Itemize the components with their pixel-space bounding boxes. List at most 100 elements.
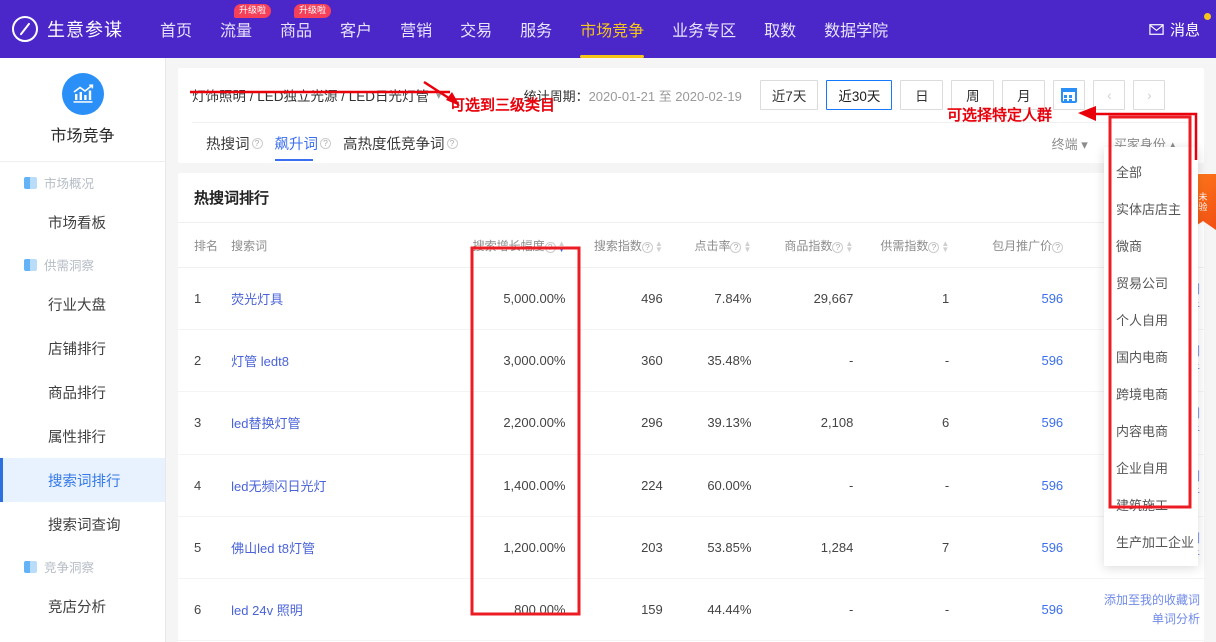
help-icon[interactable]: ?: [544, 241, 556, 253]
help-icon[interactable]: ?: [251, 137, 263, 149]
group-icon: [24, 176, 37, 189]
keyword-link[interactable]: led替换灯管: [231, 391, 453, 455]
nav-label: 首页: [160, 23, 193, 40]
supply-index-cell: -: [869, 329, 972, 393]
sidebar-item-competitor-analysis[interactable]: 竞店分析: [0, 584, 165, 628]
prev-period-button[interactable]: ‹: [1093, 80, 1126, 110]
granularity-button-month[interactable]: 月: [1002, 80, 1046, 110]
help-icon[interactable]: ?: [928, 241, 940, 253]
buyer-identity-option-6[interactable]: 跨境电商: [1104, 375, 1198, 412]
next-period-button[interactable]: ›: [1133, 80, 1166, 110]
sidebar-item-industry-overview[interactable]: 行业大盘: [0, 282, 165, 326]
calendar-button[interactable]: [1053, 80, 1086, 110]
buyer-identity-option-3[interactable]: 贸易公司: [1104, 264, 1198, 301]
category-breadcrumb-selector[interactable]: 灯饰照明 / LED独立光源 / LED日光灯管 ▾: [192, 85, 442, 105]
buyer-identity-option-10[interactable]: 生产加工企业: [1104, 523, 1198, 560]
buyer-identity-option-8[interactable]: 企业自用: [1104, 449, 1198, 486]
messages-button[interactable]: 消息: [1149, 12, 1211, 40]
buyer-identity-option-4[interactable]: 个人自用: [1104, 301, 1198, 338]
range-button-30d[interactable]: 近30天: [826, 80, 893, 110]
growth-cell: 3,000.00%: [452, 329, 584, 393]
add-to-favorites-link[interactable]: 添加至我的收藏词: [1073, 591, 1200, 610]
chevron-down-icon: ▾: [436, 89, 442, 102]
monthly-price-link[interactable]: 596: [971, 516, 1074, 579]
goods-index-cell-text: -: [848, 602, 854, 618]
nav-item-service[interactable]: 服务: [506, 0, 566, 58]
nav-items: 首页 流量 升级啦 商品 升级啦 客户 营销 交易 服务 市场竞争 业务专区 取…: [146, 0, 1216, 58]
keyword-link[interactable]: led 24v 照明: [231, 578, 453, 642]
sidebar-item-product-ranking[interactable]: 商品排行: [0, 370, 165, 414]
nav-item-data-academy[interactable]: 数据学院: [810, 0, 902, 58]
ranking-table-card: 热搜词排行 排名 搜索词 搜索增长幅度? ▲ ▼ 搜索指数? ▲ ▼ 点击率? ▲ ▼ 商品…: [178, 173, 1204, 642]
help-icon[interactable]: ?: [641, 241, 653, 253]
help-icon[interactable]: ?: [320, 137, 331, 149]
sidebar-item-attribute-ranking[interactable]: 属性排行: [0, 414, 165, 458]
keyword-link[interactable]: 荧光灯具: [231, 267, 453, 331]
buyer-identity-option-1[interactable]: 实体店店主: [1104, 190, 1198, 227]
col-growth[interactable]: 搜索增长幅度? ▲ ▼: [452, 223, 584, 268]
sort-icon[interactable]: ▲ ▼: [941, 239, 949, 253]
monthly-price-link[interactable]: 596: [971, 329, 1074, 393]
help-icon[interactable]: ?: [446, 137, 458, 149]
filter-bar: 灯饰照明 / LED独立光源 / LED日光灯管 ▾ 统计周期：2020-01-…: [178, 68, 1204, 163]
help-icon[interactable]: ?: [730, 241, 742, 253]
nav-item-marketing[interactable]: 营销: [386, 0, 446, 58]
help-icon[interactable]: ?: [832, 241, 844, 253]
monthly-price-link[interactable]: 596: [971, 578, 1074, 642]
col-search-index[interactable]: 搜索指数? ▲ ▼: [583, 223, 679, 268]
monthly-price-link[interactable]: 596: [971, 454, 1074, 517]
nav-item-transactions[interactable]: 交易: [446, 0, 506, 58]
granularity-button-day[interactable]: 日: [900, 80, 944, 110]
nav-item-market-competition[interactable]: 市场竞争: [566, 0, 658, 58]
help-icon[interactable]: ?: [1052, 241, 1064, 253]
ctr-cell: 35.48%: [678, 329, 768, 393]
sort-icon[interactable]: ▲ ▼: [655, 239, 663, 253]
word-analysis-link[interactable]: 单词分析: [1073, 610, 1200, 629]
sort-icon[interactable]: ▲ ▼: [558, 239, 566, 253]
nav-item-business-zone[interactable]: 业务专区: [658, 0, 750, 58]
terminal-selector[interactable]: 终端 ▾: [1052, 134, 1088, 153]
nav-item-traffic[interactable]: 流量 升级啦: [206, 0, 272, 58]
nav-item-products[interactable]: 商品 升级啦: [266, 0, 332, 58]
range-button-7d[interactable]: 近7天: [759, 80, 819, 110]
sidebar-item-market-board[interactable]: 市场看板: [0, 200, 165, 244]
nav-item-home[interactable]: 首页: [146, 0, 206, 58]
tab-high-heat-low-competition-words[interactable]: 高热度低竞争词 ?: [343, 123, 458, 163]
nav-item-fetch-data[interactable]: 取数: [750, 0, 810, 58]
filter-row: 灯饰照明 / LED独立光源 / LED日光灯管 ▾ 统计周期：2020-01-…: [192, 80, 1190, 110]
buyer-identity-option-2[interactable]: 微商: [1104, 227, 1198, 264]
col-goods-index[interactable]: 商品指数? ▲ ▼: [767, 223, 870, 268]
sort-icon[interactable]: ▲ ▼: [845, 239, 853, 253]
calendar-icon: [1061, 87, 1078, 103]
buyer-identity-option-5[interactable]: 国内电商: [1104, 338, 1198, 375]
statistics-period: 统计周期：2020-01-21 至 2020-02-19: [524, 86, 742, 105]
buyer-identity-dropdown[interactable]: 全部 实体店店主 微商 贸易公司 个人自用 国内电商 跨境电商 内容电商 企业自用 建筑施工 生产加…: [1104, 147, 1198, 566]
search-term-ranking-table: 排名 搜索词 搜索增长幅度? ▲ ▼ 搜索指数? ▲ ▼ 点击率? ▲ ▼ 商品指数? ▲ ▼ …: [178, 223, 1204, 642]
sidebar-item-search-term-ranking[interactable]: 搜索词排行: [0, 458, 165, 502]
goods-index-cell: 29,667: [767, 267, 870, 331]
buyer-identity-option-9[interactable]: 建筑施工: [1104, 486, 1198, 523]
monthly-price-link[interactable]: 596: [971, 391, 1074, 455]
search-index-cell-text: 496: [641, 291, 663, 307]
monthly-price-link[interactable]: 596: [971, 267, 1074, 331]
buyer-identity-option-7[interactable]: 内容电商: [1104, 412, 1198, 449]
col-ctr[interactable]: 点击率? ▲ ▼: [678, 223, 768, 268]
search-index-cell-text: 296: [641, 415, 663, 431]
table-row: 5佛山led t8灯管1,200.00%20353.85%1,2847596添加…: [178, 516, 1204, 579]
sort-icon[interactable]: ▲ ▼: [743, 239, 751, 253]
col-supply-index[interactable]: 供需指数? ▲ ▼: [869, 223, 972, 268]
tab-rising-words[interactable]: 飙升词 ?: [274, 123, 331, 163]
granularity-button-week[interactable]: 周: [951, 80, 995, 110]
sidebar-item-search-term-query[interactable]: 搜索词查询: [0, 502, 165, 546]
brand[interactable]: 生意参谋: [0, 16, 146, 42]
tab-hot-search-words[interactable]: 热搜词 ?: [206, 123, 263, 163]
keyword-link[interactable]: led无频闪日光灯: [231, 454, 453, 517]
rank-cell: 5: [178, 516, 232, 579]
buyer-identity-option-0[interactable]: 全部: [1104, 153, 1198, 190]
sidebar-item-shop-ranking[interactable]: 店铺排行: [0, 326, 165, 370]
ctr-cell: 53.85%: [678, 516, 768, 579]
tab-label: 热搜词: [206, 136, 250, 153]
nav-item-customers[interactable]: 客户: [326, 0, 386, 58]
keyword-link[interactable]: 佛山led t8灯管: [231, 516, 453, 579]
keyword-link[interactable]: 灯管 ledt8: [231, 329, 453, 393]
